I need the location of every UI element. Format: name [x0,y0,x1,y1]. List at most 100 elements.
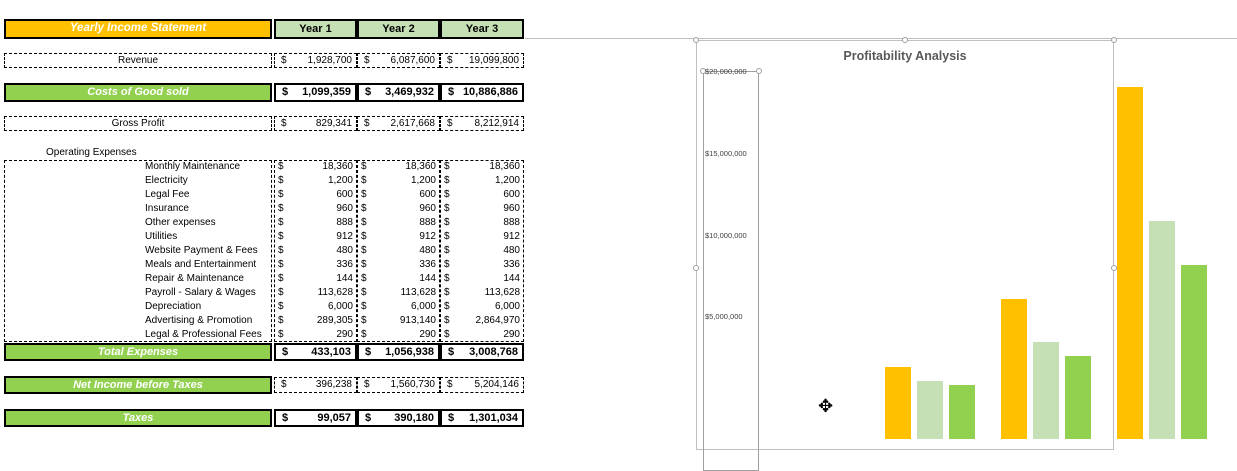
expense-item-value-y1[interactable]: $289,305 [274,314,357,328]
taxes-y1[interactable]: $99,057 [274,409,357,427]
gross-profit-y3[interactable]: $8,212,914 [440,116,524,131]
chart-bar[interactable] [917,381,943,439]
expense-item-value-y3[interactable]: $2,864,970 [440,314,524,328]
expense-item-value-y1[interactable]: $336 [274,258,357,272]
profitability-chart[interactable]: Profitability Analysis $5,000,000 $10,000… [696,40,1207,471]
expense-item-value-y2[interactable]: $480 [357,244,440,258]
expense-item-value-y3[interactable]: $290 [440,328,524,342]
expense-item-value-y2[interactable]: $18,360 [357,160,440,174]
expense-item-value-y3[interactable]: $144 [440,272,524,286]
year-1-header[interactable]: Year 1 [274,19,357,39]
net-income-y1[interactable]: $396,238 [274,377,357,393]
expense-item-value-y3[interactable]: $600 [440,188,524,202]
chart-bar[interactable] [1065,356,1091,439]
chart-bar[interactable] [885,367,911,439]
expense-item-value-y2[interactable]: $290 [357,328,440,342]
expense-item-value-y3[interactable]: $6,000 [440,300,524,314]
expense-item-value-y3[interactable]: $912 [440,230,524,244]
expense-item-label[interactable]: Website Payment & Fees [145,244,258,258]
expense-item-label[interactable]: Other expenses [145,216,216,230]
expense-item-value-y1[interactable]: $888 [274,216,357,230]
gross-profit-y1[interactable]: $829,341 [274,116,357,131]
taxes-y2[interactable]: $390,180 [357,409,440,427]
gross-profit-label[interactable]: Gross Profit [4,116,272,131]
expense-item-label[interactable]: Electricity [145,174,188,188]
expense-item-label[interactable]: Utilities [145,230,177,244]
expense-item-label[interactable]: Payroll - Salary & Wages [145,286,256,300]
net-income-label[interactable]: Net Income before Taxes [4,376,272,394]
currency-symbol: $ [448,345,455,358]
revenue-y3[interactable]: $19,099,800 [440,53,524,68]
gross-profit-y2[interactable]: $2,617,668 [357,116,440,131]
expense-item-value-y3[interactable]: $113,628 [440,286,524,300]
cogs-y2[interactable]: $3,469,932 [357,83,440,102]
expense-item-value-y1[interactable]: $113,628 [274,286,357,300]
cogs-label[interactable]: Costs of Good sold [4,83,272,102]
statement-title[interactable]: Yearly Income Statement [4,19,272,39]
chart-resize-handle[interactable] [693,37,699,43]
chart-bar[interactable] [1181,264,1207,439]
expense-item-value-y2[interactable]: $6,000 [357,300,440,314]
total-expenses-y2[interactable]: $1,056,938 [357,343,440,361]
cogs-y1[interactable]: $1,099,359 [274,83,357,102]
cogs-y3[interactable]: $10,886,886 [440,83,524,102]
chart-resize-handle[interactable] [693,265,699,271]
expense-item-value-y1[interactable]: $6,000 [274,300,357,314]
expense-item-label[interactable]: Legal & Professional Fees [145,328,262,342]
chart-resize-handle[interactable] [1111,37,1117,43]
expense-item-value-y2[interactable]: $1,200 [357,174,440,188]
expense-item-value-y1[interactable]: $290 [274,328,357,342]
taxes-y3[interactable]: $1,301,034 [440,409,524,427]
expense-item-value-y2[interactable]: $600 [357,188,440,202]
net-income-y3[interactable]: $5,204,146 [440,377,524,393]
expense-item-value-y1[interactable]: $18,360 [274,160,357,174]
expense-item-value-y2[interactable]: $144 [357,272,440,286]
chart-bar[interactable] [949,385,975,439]
year-2-header[interactable]: Year 2 [357,19,440,39]
axis-selection-box[interactable] [703,71,759,471]
expense-item-value-y2[interactable]: $913,140 [357,314,440,328]
expense-item-label[interactable]: Advertising & Promotion [145,314,252,328]
expense-item-label[interactable]: Monthly Maintenance [145,160,240,174]
taxes-label[interactable]: Taxes [4,409,272,427]
expense-item-label[interactable]: Depreciation [145,300,201,314]
revenue-y1[interactable]: $1,928,700 [274,53,357,68]
currency-symbol: $ [444,259,450,270]
resize-handle[interactable] [756,68,762,74]
year-3-header[interactable]: Year 3 [440,19,524,39]
total-expenses-y1[interactable]: $433,103 [274,343,357,361]
expense-item-value-y3[interactable]: $18,360 [440,160,524,174]
chart-bar[interactable] [1117,86,1143,439]
expense-item-label[interactable]: Insurance [145,202,189,216]
expense-item-label[interactable]: Repair & Maintenance [145,272,244,286]
expense-item-label[interactable]: Meals and Entertainment [145,258,256,272]
expense-item-value-y1[interactable]: $960 [274,202,357,216]
revenue-y2[interactable]: $6,087,600 [357,53,440,68]
expense-item-value-y1[interactable]: $480 [274,244,357,258]
expense-item-value-y2[interactable]: $113,628 [357,286,440,300]
currency-symbol: $ [444,315,450,326]
expense-item-label[interactable]: Legal Fee [145,188,189,202]
chart-resize-handle[interactable] [902,37,908,43]
expense-item-value-y2[interactable]: $960 [357,202,440,216]
chart-resize-handle[interactable] [1111,265,1117,271]
expense-item-value-y1[interactable]: $912 [274,230,357,244]
expense-item-value-y3[interactable]: $888 [440,216,524,230]
chart-bar[interactable] [1149,220,1175,439]
total-expenses-label[interactable]: Total Expenses [4,343,272,361]
expense-item-value-y1[interactable]: $1,200 [274,174,357,188]
revenue-label[interactable]: Revenue [4,53,272,68]
expense-item-value-y3[interactable]: $480 [440,244,524,258]
expense-item-value-y1[interactable]: $600 [274,188,357,202]
expense-item-value-y3[interactable]: $1,200 [440,174,524,188]
expense-item-value-y1[interactable]: $144 [274,272,357,286]
expense-item-value-y2[interactable]: $336 [357,258,440,272]
expense-item-value-y3[interactable]: $336 [440,258,524,272]
net-income-y2[interactable]: $1,560,730 [357,377,440,393]
expense-item-value-y2[interactable]: $888 [357,216,440,230]
chart-bar[interactable] [1033,342,1059,439]
expense-item-value-y2[interactable]: $912 [357,230,440,244]
chart-bar[interactable] [1001,299,1027,439]
total-expenses-y3[interactable]: $3,008,768 [440,343,524,361]
expense-item-value-y3[interactable]: $960 [440,202,524,216]
